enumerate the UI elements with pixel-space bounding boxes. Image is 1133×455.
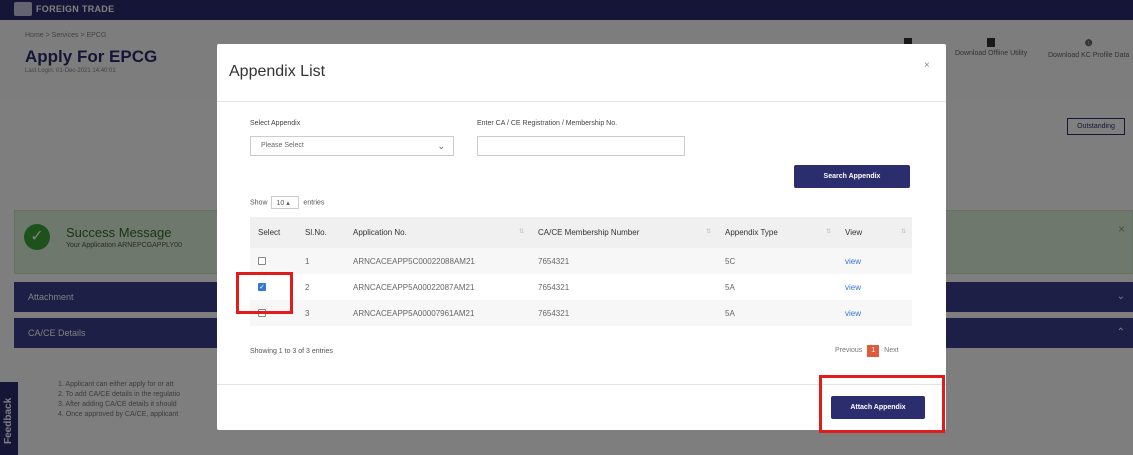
table-info: Showing 1 to 3 of 3 entries	[250, 348, 333, 355]
page-length-select[interactable]: 10 ▴	[271, 196, 300, 209]
pagination: Previous 1 Next	[835, 345, 899, 357]
column-label: CA/CE Membership Number	[538, 228, 640, 237]
membership-cell: 7654321	[530, 248, 717, 274]
chevron-down-icon: ⌄	[437, 141, 445, 151]
close-icon[interactable]: ×	[924, 60, 930, 71]
previous-page-link[interactable]: Previous	[835, 347, 862, 354]
appendix-type-cell: 5A	[717, 274, 837, 300]
appendix-select-value: Please Select	[261, 142, 304, 149]
page-length-value: 10	[276, 200, 285, 207]
column-label: Select	[258, 228, 281, 237]
column-label: Sl.No.	[305, 228, 327, 237]
appendix-table: Select Sl.No. Application No. ⇅ CA/CE Mem…	[250, 217, 912, 326]
column-header-select[interactable]: Select	[250, 217, 297, 248]
slno-cell: 3	[297, 300, 345, 326]
application-no-cell: ARNCACEAPP5A00007961AM21	[345, 300, 530, 326]
sort-icon: ⇅	[705, 229, 711, 235]
application-no-cell: ARNCACEAPP5A00022087AM21	[345, 274, 530, 300]
column-header-view[interactable]: View ⇅	[837, 217, 912, 248]
table-row: 3 ARNCACEAPP5A00007961AM21 7654321 5A vi…	[250, 300, 912, 326]
column-label: Appendix Type	[725, 228, 778, 237]
appendix-select[interactable]: Please Select ⌄	[250, 136, 454, 156]
slno-cell: 2	[297, 274, 345, 300]
highlight-attach-box	[819, 375, 945, 433]
column-label: View	[845, 228, 863, 237]
view-link[interactable]: view	[845, 283, 861, 292]
table-header-row: Select Sl.No. Application No. ⇅ CA/CE Mem…	[250, 217, 912, 248]
view-link[interactable]: view	[845, 309, 861, 318]
slno-cell: 1	[297, 248, 345, 274]
sort-icon: ⇅	[825, 229, 831, 235]
appendix-type-cell: 5A	[717, 300, 837, 326]
select-appendix-label: Select Appendix	[250, 120, 301, 127]
search-appendix-button[interactable]: Search Appendix	[794, 165, 910, 188]
membership-cell: 7654321	[530, 274, 717, 300]
table-row: ✓ 2 ARNCACEAPP5A00022087AM21 7654321 5A …	[250, 274, 912, 300]
view-cell: view	[837, 274, 912, 300]
table-row: 1 ARNCACEAPP5C00022088AM21 7654321 5C vi…	[250, 248, 912, 274]
entries-label: entries	[303, 199, 325, 207]
page-length-control: Show 10 ▴ entries	[250, 196, 324, 209]
appendix-list-modal: Appendix List × Select Appendix Please S…	[217, 44, 946, 430]
show-label: Show	[250, 199, 268, 207]
column-header-application-no[interactable]: Application No. ⇅	[345, 217, 530, 248]
column-header-slno[interactable]: Sl.No.	[297, 217, 345, 248]
membership-cell: 7654321	[530, 300, 717, 326]
modal-title: Appendix List	[229, 63, 326, 80]
row-checkbox[interactable]	[258, 257, 266, 266]
sort-icon: ⇅	[518, 229, 524, 235]
membership-input[interactable]	[477, 136, 685, 156]
page-number-current[interactable]: 1	[867, 345, 880, 357]
view-cell: view	[837, 248, 912, 274]
highlight-checkbox-box	[236, 272, 293, 314]
view-cell: view	[837, 300, 912, 326]
divider	[217, 101, 946, 102]
column-header-appendix-type[interactable]: Appendix Type ⇅	[717, 217, 837, 248]
column-header-membership[interactable]: CA/CE Membership Number ⇅	[530, 217, 717, 248]
membership-label: Enter CA / CE Registration / Membership …	[477, 120, 618, 127]
next-page-link[interactable]: Next	[884, 347, 898, 354]
view-link[interactable]: view	[845, 257, 861, 266]
application-no-cell: ARNCACEAPP5C00022088AM21	[345, 248, 530, 274]
appendix-type-cell: 5C	[717, 248, 837, 274]
select-cell	[250, 248, 297, 274]
column-label: Application No.	[353, 228, 407, 237]
sort-icon: ⇅	[900, 229, 906, 235]
